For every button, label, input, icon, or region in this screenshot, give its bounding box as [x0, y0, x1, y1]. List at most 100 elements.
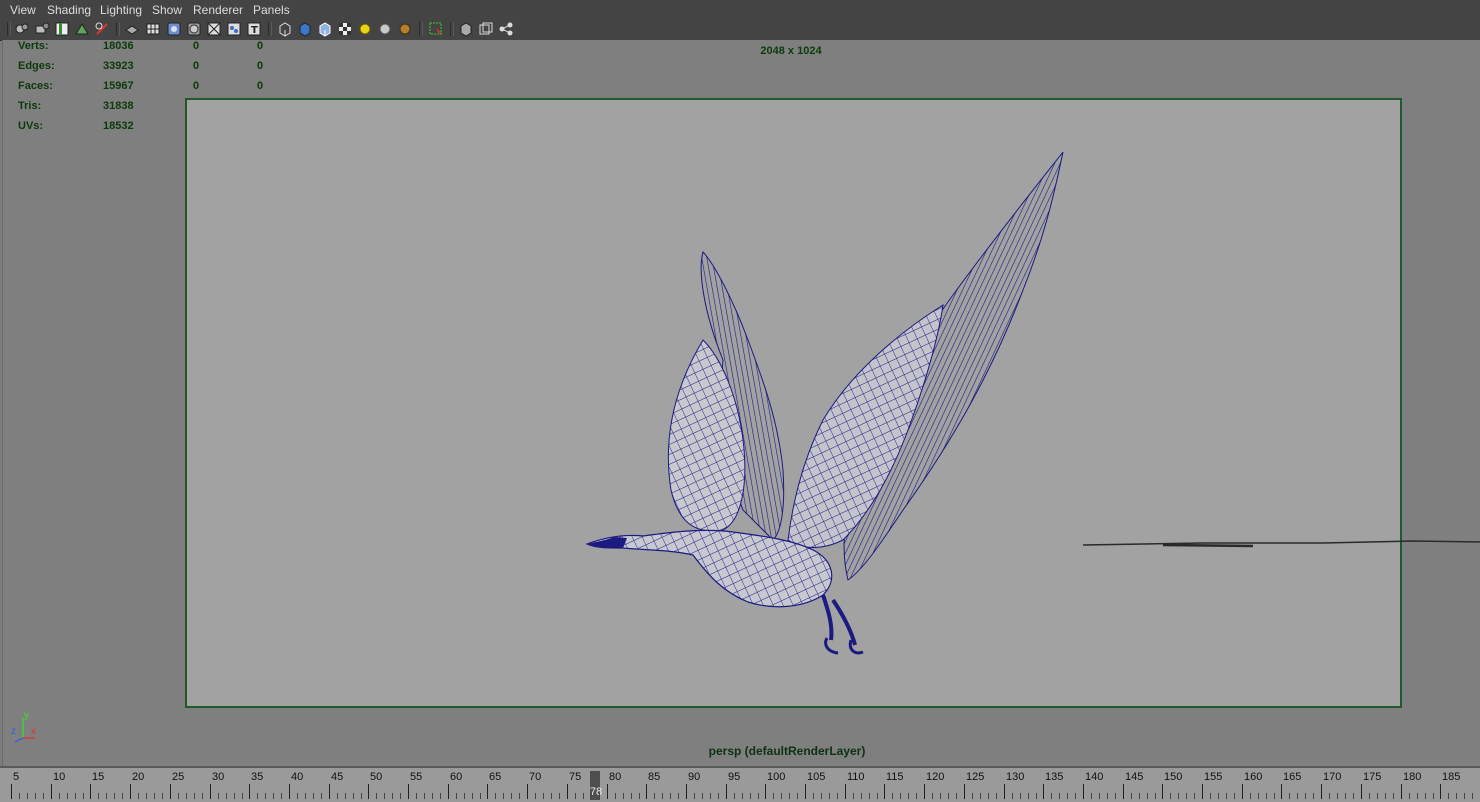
timeline-minor-tick	[1131, 793, 1132, 799]
timeline-minor-tick	[1250, 793, 1251, 799]
timeline-major-tick	[686, 784, 687, 799]
timeline-tick-label: 75	[569, 771, 582, 783]
timeline-minor-tick	[1297, 793, 1298, 799]
timeline-minor-tick	[948, 793, 949, 799]
timeline-tick-label: 50	[370, 771, 383, 783]
timeline-major-tick	[726, 784, 727, 799]
timeline-minor-tick	[416, 793, 417, 799]
timeline-major-tick	[289, 784, 290, 799]
timeline-minor-tick	[27, 793, 28, 799]
film-gate-icon[interactable]	[94, 21, 110, 37]
time-slider[interactable]: 78 5 10 15 20 25 30 35 40 45 50 55 60 65 70 75 80 85 90 95…	[0, 766, 1480, 802]
textured-icon[interactable]	[337, 21, 353, 37]
menu-renderer[interactable]: Renderer	[193, 3, 243, 17]
timeline-minor-tick	[853, 793, 854, 799]
image-plane-icon[interactable]	[74, 21, 90, 37]
menu-show[interactable]: Show	[152, 3, 182, 17]
isolate-select-icon[interactable]	[428, 21, 444, 37]
share-icon[interactable]	[498, 21, 514, 37]
timeline-minor-tick	[718, 793, 719, 799]
timeline-minor-tick	[178, 793, 179, 799]
timeline-major-tick	[1123, 784, 1124, 799]
2d-pan-zoom-icon[interactable]	[124, 21, 140, 37]
ambient-occlusion-icon[interactable]	[397, 21, 413, 37]
timeline-major-tick	[368, 784, 369, 799]
xray-joints-icon[interactable]	[478, 21, 494, 37]
safe-action-icon[interactable]	[226, 21, 242, 37]
timeline-tick-label: 10	[53, 771, 66, 783]
timeline-major-tick	[845, 784, 846, 799]
timeline-tick-label: 65	[489, 771, 502, 783]
timeline-minor-tick	[980, 793, 981, 799]
wireframe-icon[interactable]	[277, 21, 293, 37]
timeline-minor-tick	[773, 793, 774, 799]
timeline-tick-label: 130	[1006, 771, 1025, 783]
timeline-major-tick	[11, 784, 12, 799]
timeline-minor-tick	[583, 793, 584, 799]
timeline-minor-tick	[162, 793, 163, 799]
menu-panels[interactable]: Panels	[253, 3, 290, 17]
timeline-major-tick	[924, 784, 925, 799]
timeline-major-tick	[448, 784, 449, 799]
timeline-minor-tick	[1178, 793, 1179, 799]
bookmarks-icon[interactable]	[54, 21, 70, 37]
timeline-tick-label: 110	[847, 771, 865, 783]
timeline-major-tick	[1083, 784, 1084, 799]
menu-view[interactable]: View	[10, 3, 36, 17]
timeline-tick-label: 40	[291, 771, 304, 783]
menu-shading[interactable]: Shading	[47, 3, 91, 17]
field-chart-icon[interactable]	[206, 21, 222, 37]
timeline-minor-tick	[400, 793, 401, 799]
timeline-major-tick	[567, 784, 568, 799]
timeline-minor-tick	[440, 793, 441, 799]
timeline-tick-label: 115	[886, 771, 904, 783]
timeline-minor-tick	[503, 793, 504, 799]
timeline-minor-tick	[702, 793, 703, 799]
timeline-minor-tick	[114, 793, 115, 799]
timeline-minor-tick	[1472, 793, 1473, 799]
timeline-major-tick	[51, 784, 52, 799]
timeline-minor-tick	[750, 793, 751, 799]
smooth-shade-icon[interactable]	[297, 21, 313, 37]
use-default-light-icon[interactable]	[357, 21, 373, 37]
resolution-gate-icon[interactable]	[166, 21, 182, 37]
timeline-minor-tick	[384, 793, 385, 799]
timeline-minor-tick	[1107, 793, 1108, 799]
timeline-minor-tick	[154, 793, 155, 799]
timeline-minor-tick	[432, 793, 433, 799]
timeline-minor-tick	[940, 793, 941, 799]
timeline-minor-tick	[519, 793, 520, 799]
timeline-minor-tick	[1194, 793, 1195, 799]
timeline-minor-tick	[1147, 793, 1148, 799]
timeline-minor-tick	[1377, 793, 1378, 799]
axis-z-label: z	[11, 726, 16, 737]
timeline-minor-tick	[43, 793, 44, 799]
timeline-minor-tick	[464, 793, 465, 799]
timeline-minor-tick	[392, 793, 393, 799]
timeline-minor-tick	[591, 793, 592, 799]
timeline-minor-tick	[424, 793, 425, 799]
timeline-major-tick	[1202, 784, 1203, 799]
timeline-minor-tick	[758, 793, 759, 799]
gate-mask-icon[interactable]	[186, 21, 202, 37]
bird-wireframe-model[interactable]	[3, 40, 1480, 766]
timeline-major-tick	[170, 784, 171, 799]
wireframe-on-shaded-icon[interactable]	[317, 21, 333, 37]
timeline-major-tick	[646, 784, 647, 799]
xray-icon[interactable]	[458, 21, 474, 37]
timeline-minor-tick	[988, 793, 989, 799]
perspective-viewport[interactable]: Verts: 18036 0 0 Edges: 33923 0 0 Faces:…	[2, 40, 1480, 766]
timeline-minor-tick	[1337, 793, 1338, 799]
grid-icon[interactable]	[145, 21, 161, 37]
timeline-major-tick	[1361, 784, 1362, 799]
timeline-minor-tick	[226, 793, 227, 799]
timeline-minor-tick	[956, 793, 957, 799]
timeline-minor-tick	[495, 793, 496, 799]
timeline-minor-tick	[1067, 793, 1068, 799]
select-camera-icon[interactable]	[14, 21, 30, 37]
timeline-minor-tick	[996, 793, 997, 799]
shadows-icon[interactable]	[377, 21, 393, 37]
safe-title-icon[interactable]: T	[246, 21, 262, 37]
menu-lighting[interactable]: Lighting	[100, 3, 142, 17]
camera-attributes-icon[interactable]	[34, 21, 50, 37]
